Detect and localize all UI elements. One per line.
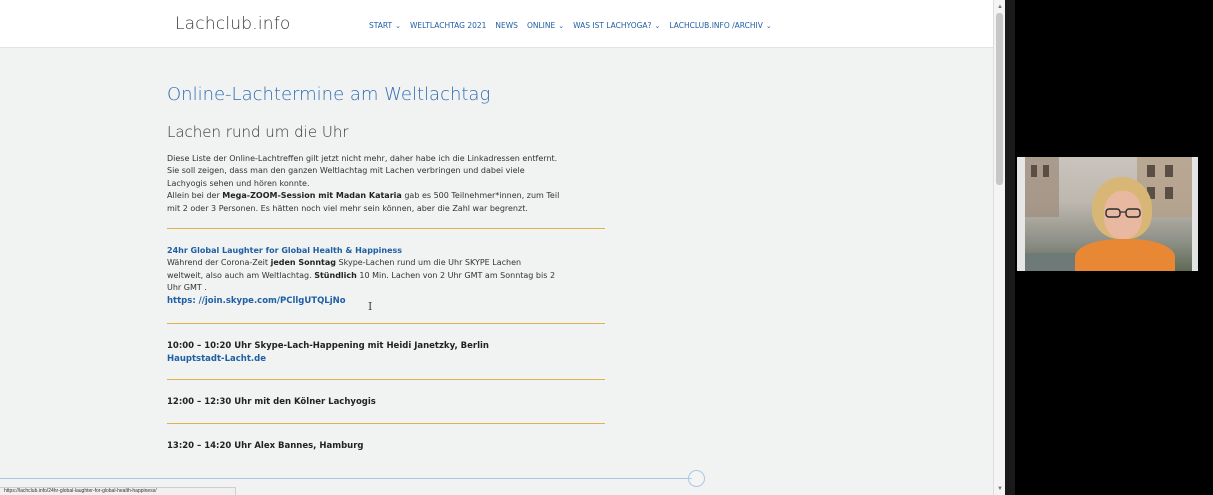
intro-line: Sie soll zeigen, dass man den ganzen Wel…	[167, 166, 525, 176]
intro-line: Diese Liste der Online-Lachtreffen gilt …	[167, 154, 558, 163]
nav-start[interactable]: START ⌄	[369, 21, 401, 30]
chevron-down-icon: ⌄	[558, 21, 565, 30]
progress-knob[interactable]	[688, 470, 705, 487]
event-item: 13:20 – 14:20 Uhr Alex Bannes, Hamburg	[167, 440, 612, 452]
panel-divider[interactable]	[1005, 0, 1015, 495]
event-link[interactable]: Hauptstadt-Lacht.de	[167, 353, 612, 365]
nav-weltlachtag[interactable]: WELTLACHTAG 2021	[410, 21, 486, 30]
skype-link[interactable]: https: //join.skype.com/PCllgUTQLjNo	[167, 295, 612, 307]
divider	[167, 378, 605, 380]
block-line: Während der Corona-Zeit jeden Sonntag Sk…	[167, 257, 612, 269]
event-text: 13:20 – 14:20 Uhr Alex Bannes, Hamburg	[167, 441, 364, 452]
intro-line: Allein bei der Mega-ZOOM-Session mit Mad…	[167, 190, 612, 202]
block-line: weltweit, also auch am Weltlachtag. Stün…	[167, 270, 612, 282]
nav-lachyoga[interactable]: WAS IST LACHYOGA? ⌄	[573, 21, 660, 30]
bold-text: jeden Sonntag	[270, 258, 336, 268]
status-bar-url: https://lachclub.info/24hr-global-laught…	[0, 487, 236, 495]
divider	[167, 228, 605, 230]
nav-label: WAS IST LACHYOGA?	[573, 21, 652, 30]
text-fragment: Allein bei der	[167, 191, 223, 201]
chevron-down-icon: ⌄	[765, 21, 772, 30]
text-fragment: gab es 500 Teilnehmer*innen, zum Teil	[401, 191, 560, 201]
browser-page: Lachclub.info START ⌄ WELTLACHTAG 2021 NE…	[0, 0, 1005, 495]
event-text: 12:00 – 12:30 Uhr mit den Kölner Lachyog…	[167, 396, 376, 407]
global-laughter-title[interactable]: 24hr Global Laughter for Global Health &…	[167, 245, 612, 257]
event-item: 10:00 – 10:20 Uhr Skype-Lach-Happening m…	[167, 340, 612, 366]
nav-archiv[interactable]: LACHCLUB.INFO /ARCHIV ⌄	[669, 21, 771, 30]
vertical-scrollbar[interactable]: ▲ ▼	[993, 0, 1005, 495]
site-logo[interactable]: Lachclub.info	[175, 14, 291, 34]
global-laughter-block: 24hr Global Laughter for Global Health &…	[167, 245, 612, 307]
webcam-video	[1017, 157, 1198, 271]
intro-line: Lachyogis sehen und hören konnte.	[167, 178, 310, 188]
intro-line: mit 2 oder 3 Personen. Es hätten noch vi…	[167, 203, 528, 213]
text-fragment: Während der Corona-Zeit	[167, 258, 271, 268]
event-text: 10:00 – 10:20 Uhr Skype-Lach-Happening m…	[167, 341, 489, 352]
scroll-down-icon[interactable]: ▼	[996, 485, 1004, 493]
text-cursor-icon: I	[368, 300, 373, 313]
nav-online[interactable]: ONLINE ⌄	[527, 21, 564, 30]
bold-text: Stündlich	[314, 270, 357, 280]
text-fragment: weltweit, also auch am Weltlachtag.	[167, 270, 315, 280]
block-line: Uhr GMT .	[167, 283, 207, 293]
chevron-down-icon: ⌄	[654, 21, 661, 30]
nav-label: ONLINE	[526, 21, 556, 30]
nav-label: START	[369, 21, 393, 30]
intro-text: Diese Liste der Online-Lachtreffen gilt …	[167, 153, 612, 215]
article: Online-Lachtermine am Weltlachtag Lachen…	[167, 78, 612, 453]
text-fragment: Skype-Lachen rund um die Uhr SKYPE Lache…	[336, 258, 522, 268]
main-nav: START ⌄ WELTLACHTAG 2021 NEWS ONLINE ⌄ WAS…	[369, 21, 772, 30]
page-title: Online-Lachtermine am Weltlachtag	[167, 84, 491, 105]
nav-label: NEWS	[495, 21, 518, 30]
chevron-down-icon: ⌄	[395, 21, 402, 30]
site-header: Lachclub.info START ⌄ WELTLACHTAG 2021 NE…	[0, 0, 993, 48]
bold-text: Mega-ZOOM-Session mit Madan Kataria	[222, 191, 402, 201]
article-subtitle: Lachen rund um die Uhr	[167, 123, 349, 141]
text-fragment: 10 Min. Lachen von 2 Uhr GMT am Sonntag …	[356, 270, 556, 280]
nav-news[interactable]: NEWS	[495, 21, 518, 30]
nav-label: WELTLACHTAG 2021	[410, 21, 487, 30]
scroll-thumb[interactable]	[996, 13, 1003, 185]
nav-label: LACHCLUB.INFO /ARCHIV	[669, 21, 763, 30]
scroll-up-icon[interactable]: ▲	[996, 3, 1004, 11]
divider	[167, 423, 605, 425]
window-frame	[1017, 157, 1198, 271]
divider	[167, 323, 605, 325]
progress-track	[0, 478, 692, 479]
event-item: 12:00 – 12:30 Uhr mit den Kölner Lachyog…	[167, 396, 612, 408]
